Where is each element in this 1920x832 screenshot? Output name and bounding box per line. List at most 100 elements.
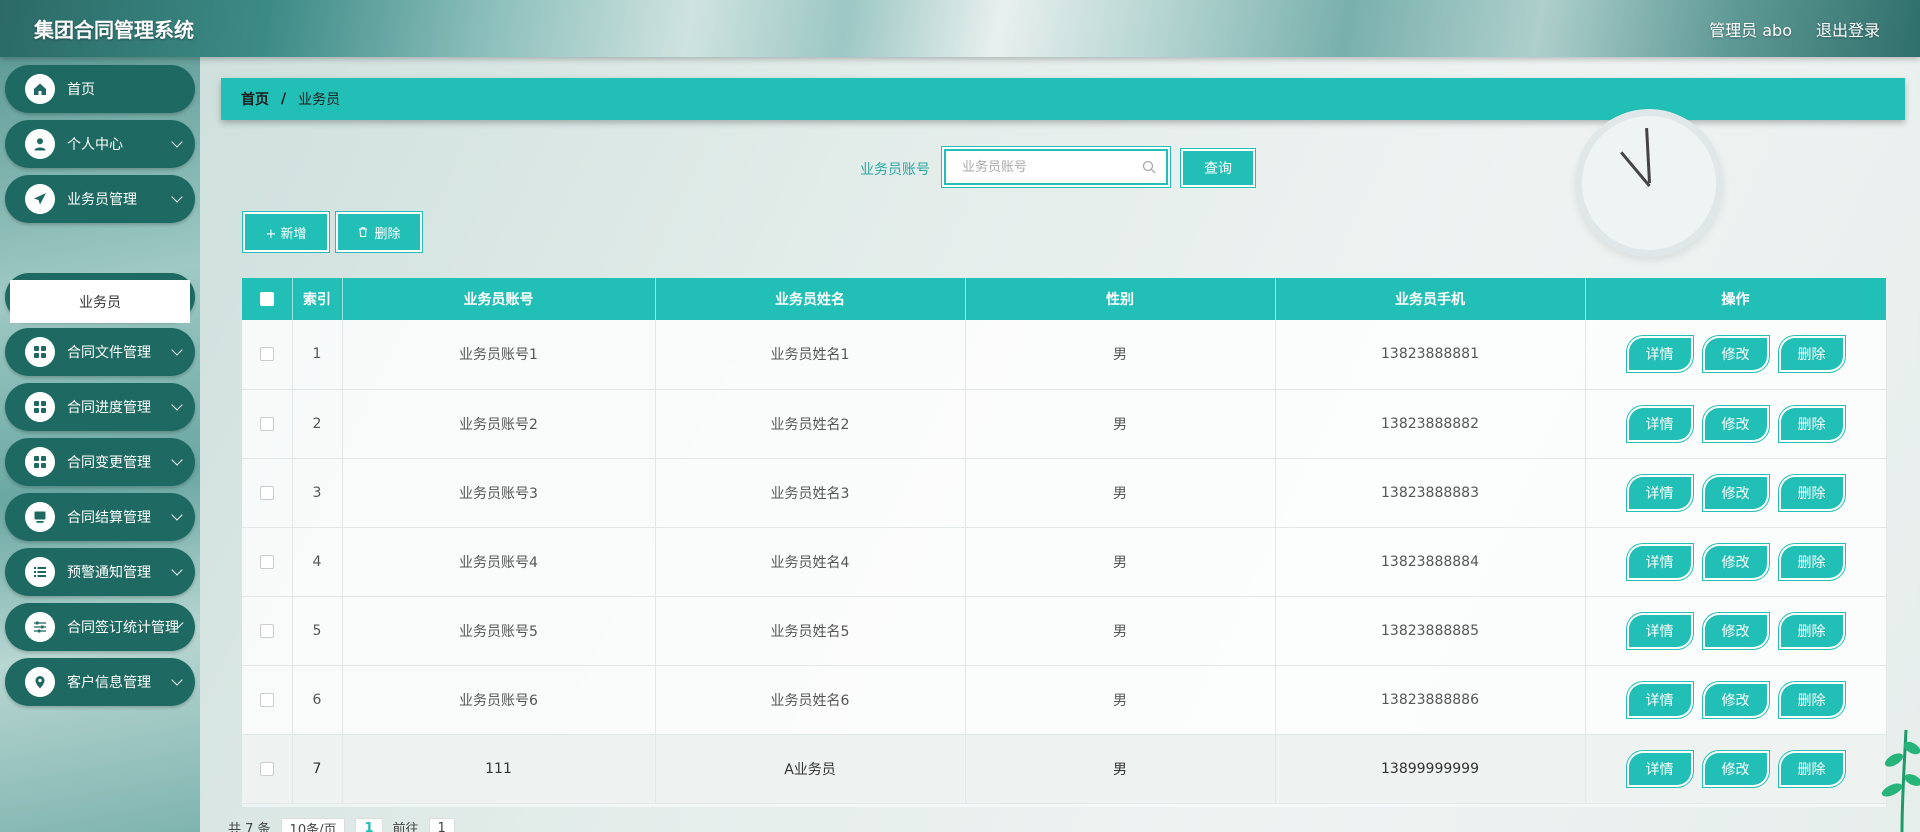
sidebar-item-label: 合同签订统计管理 (67, 620, 179, 636)
row-checkbox[interactable] (259, 692, 274, 707)
row-checkbox[interactable] (259, 761, 274, 776)
row-select-cell[interactable] (242, 527, 293, 597)
sidebar-item-label: 业务员管理 (67, 192, 137, 208)
edit-button[interactable]: 修改 (1704, 476, 1767, 509)
edit-button[interactable]: 修改 (1704, 407, 1767, 440)
chevron-down-icon (171, 191, 183, 203)
cell-name: 业务员姓名4 (655, 527, 966, 597)
plant-decoration (1881, 729, 1920, 832)
sidebar-item-10[interactable]: 客户信息管理 (5, 658, 195, 706)
sidebar: 首页个人中心业务员管理合同示范库管理合同文件管理合同进度管理合同变更管理合同结算… (0, 57, 200, 832)
row-select-cell[interactable] (242, 458, 293, 528)
header-actions: 操作 (1585, 278, 1887, 320)
row-checkbox[interactable] (259, 347, 274, 362)
sidebar-item-7[interactable]: 合同结算管理 (5, 493, 195, 541)
cell-gender: 男 (965, 596, 1276, 666)
detail-button[interactable]: 详情 (1628, 338, 1691, 371)
cell-account: 业务员账号2 (342, 389, 656, 459)
row-checkbox[interactable] (259, 554, 274, 569)
row-select-cell[interactable] (242, 389, 293, 459)
sidebar-item-label: 首页 (67, 82, 95, 98)
table-row: 7 111 A业务员男 13899999999 详情 修改 删除 (242, 734, 1887, 804)
edit-button[interactable]: 修改 (1704, 683, 1767, 716)
detail-button[interactable]: 详情 (1628, 407, 1691, 440)
sidebar-item-9[interactable]: 合同签订统计管理 (5, 603, 195, 651)
delete-button[interactable]: 删除 (1780, 614, 1843, 647)
page-number-current[interactable]: 1 (355, 818, 383, 832)
trash-icon (359, 227, 368, 238)
cell-actions: 详情 修改 删除 (1585, 734, 1887, 804)
detail-button[interactable]: 详情 (1628, 752, 1691, 785)
sidebar-item-2[interactable]: 业务员管理 (5, 175, 195, 223)
page-size-select[interactable]: 10条/页 (280, 818, 346, 832)
row-select-cell[interactable] (242, 665, 293, 735)
detail-button[interactable]: 详情 (1628, 545, 1691, 578)
delete-button[interactable]: 删除 (1780, 545, 1843, 578)
batch-delete-button[interactable]: 删除 (338, 214, 420, 250)
logout-link[interactable]: 退出登录 (1816, 17, 1880, 41)
cell-index: 1 (292, 320, 343, 390)
sidebar-item-0[interactable]: 首页 (5, 65, 195, 113)
search-input[interactable] (944, 149, 1168, 185)
sidebar-item-4[interactable]: 合同文件管理 (5, 328, 195, 376)
sidebar-item-6[interactable]: 合同变更管理 (5, 438, 195, 486)
pagination-goto-label: 前往 (392, 822, 419, 832)
header-phone: 业务员手机 (1275, 278, 1586, 320)
cell-actions: 详情 修改 删除 (1585, 458, 1887, 528)
sidebar-item-5[interactable]: 合同进度管理 (5, 383, 195, 431)
top-header: 集团合同管理系统 管理员 abo 退出登录 (0, 0, 1920, 57)
cell-account: 业务员账号1 (342, 320, 656, 390)
batch-delete-label: 删除 (374, 226, 401, 242)
chevron-down-icon (171, 564, 183, 576)
detail-button[interactable]: 详情 (1628, 476, 1691, 509)
row-select-cell[interactable] (242, 596, 293, 666)
clock-hand (1645, 127, 1651, 184)
cell-actions: 详情 修改 删除 (1585, 527, 1887, 597)
sidebar-item-label: 合同文件管理 (67, 345, 151, 361)
cell-actions: 详情 修改 删除 (1585, 320, 1887, 390)
grid-icon (25, 447, 55, 477)
row-checkbox[interactable] (259, 623, 274, 638)
delete-button[interactable]: 删除 (1780, 476, 1843, 509)
header-name: 业务员姓名 (655, 278, 966, 320)
cell-phone: 13823888886 (1275, 665, 1586, 735)
row-select-cell[interactable] (242, 320, 293, 390)
breadcrumb-current: 业务员 (298, 92, 341, 108)
delete-button[interactable]: 删除 (1780, 683, 1843, 716)
select-all-checkbox[interactable] (259, 292, 274, 306)
delete-button[interactable]: 删除 (1780, 752, 1843, 785)
row-select-cell[interactable] (242, 734, 293, 804)
add-button[interactable]: + 新增 (245, 214, 327, 250)
cell-account: 业务员账号4 (342, 527, 656, 597)
edit-button[interactable]: 修改 (1704, 614, 1767, 647)
cell-account: 111 (342, 734, 656, 804)
edit-button[interactable]: 修改 (1704, 752, 1767, 785)
cell-account: 业务员账号5 (342, 596, 656, 666)
edit-button[interactable]: 修改 (1704, 545, 1767, 578)
breadcrumb-home[interactable]: 首页 (241, 89, 269, 109)
detail-button[interactable]: 详情 (1628, 614, 1691, 647)
cell-account: 业务员账号3 (342, 458, 656, 528)
detail-button[interactable]: 详情 (1628, 683, 1691, 716)
row-checkbox[interactable] (259, 485, 274, 500)
table-row: 2 业务员账号2 业务员姓名2 男 13823888882 详情 修改 删除 (242, 389, 1887, 459)
sidebar-item-8[interactable]: 预警通知管理 (5, 548, 195, 596)
row-checkbox[interactable] (259, 416, 274, 431)
salesman-table: 索引 业务员账号 业务员姓名 性别 业务员手机 操作 1 业务员账号1 业务员姓名1… (242, 278, 1887, 807)
submenu-item-salesman[interactable]: 业务员 (10, 280, 190, 323)
delete-button[interactable]: 删除 (1780, 338, 1843, 371)
select-all-cell[interactable] (242, 278, 293, 320)
cell-phone: 13823888882 (1275, 389, 1586, 459)
breadcrumb-separator: / (281, 91, 287, 107)
current-user: 管理员 abo (1709, 21, 1792, 40)
table-body: 1 业务员账号1 业务员姓名1 男 13823888881 详情 修改 删除 2 业务员账号2 业务… (242, 320, 1887, 804)
table-row: 4 业务员账号4 业务员姓名4 男 13823888884 详情 修改 删除 (242, 527, 1887, 597)
cell-name: 业务员姓名1 (655, 320, 966, 390)
query-button[interactable]: 查询 (1183, 151, 1253, 185)
pagination-total: 共 7 条 (228, 822, 271, 832)
pagination-goto-input[interactable]: 1 (428, 818, 455, 832)
cell-index: 6 (292, 665, 343, 735)
delete-button[interactable]: 删除 (1780, 407, 1843, 440)
sidebar-item-1[interactable]: 个人中心 (5, 120, 195, 168)
edit-button[interactable]: 修改 (1704, 338, 1767, 371)
